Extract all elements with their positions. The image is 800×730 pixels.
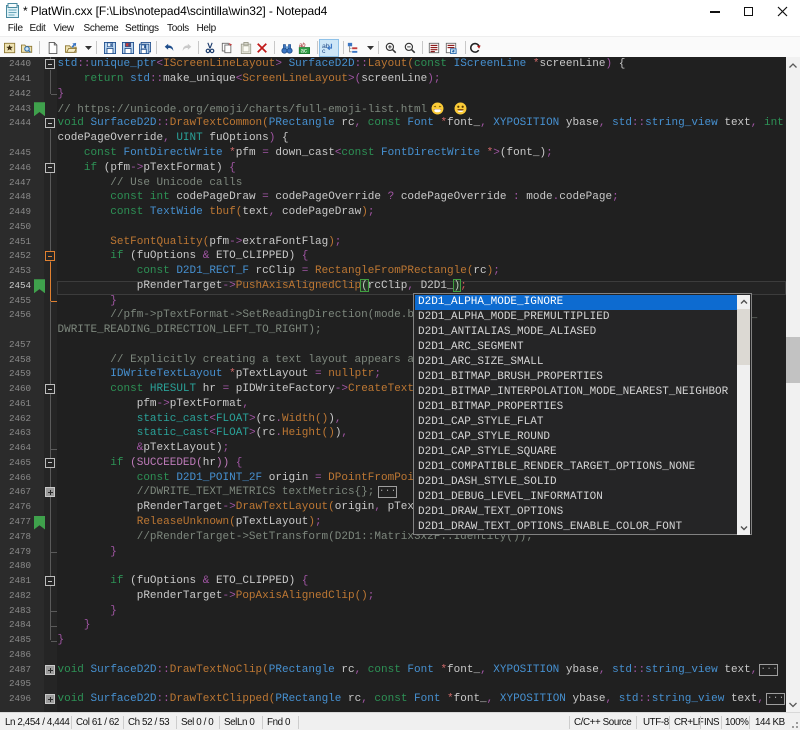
svg-text:c: c [322, 48, 326, 54]
svg-text:ac: ac [301, 49, 307, 54]
